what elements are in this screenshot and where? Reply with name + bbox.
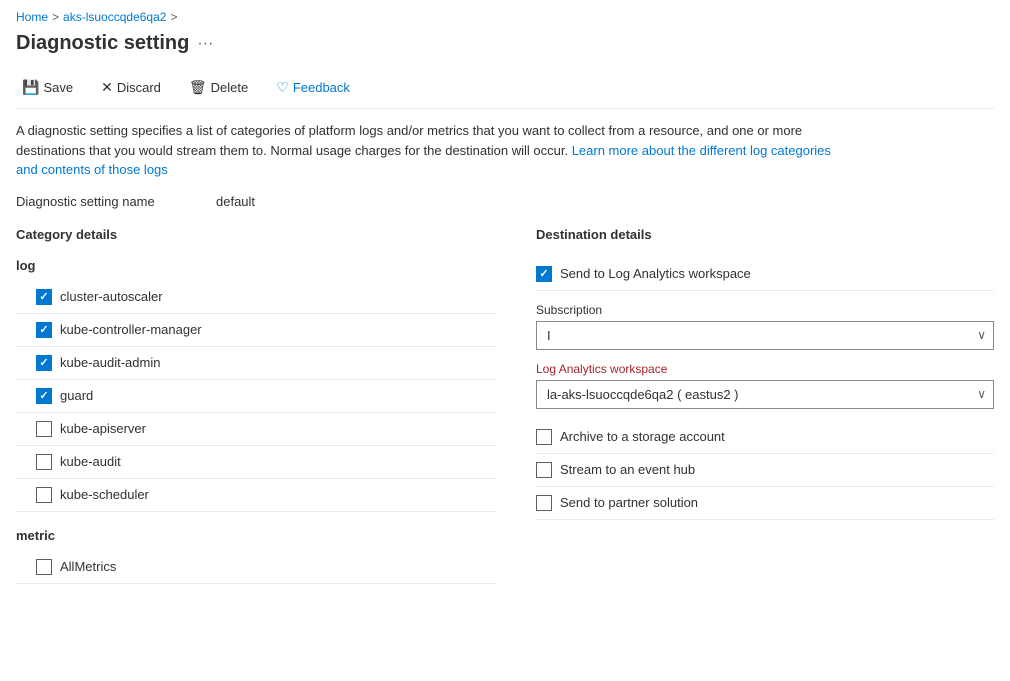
metric-items-list: AllMetrics bbox=[16, 551, 496, 584]
label-kube-controller-manager: kube-controller-manager bbox=[60, 322, 202, 337]
feedback-label: Feedback bbox=[293, 80, 350, 95]
log-group-label: log bbox=[16, 258, 496, 273]
feedback-button[interactable]: ♡ Feedback bbox=[270, 75, 356, 100]
breadcrumb: Home > aks-lsuoccqde6qa2 > bbox=[16, 10, 994, 24]
field-group-workspace: Log Analytics workspace la-aks-lsuoccqde6… bbox=[536, 362, 994, 409]
checkbox-kube-controller-manager[interactable] bbox=[36, 322, 52, 338]
breadcrumb-sep2: > bbox=[170, 10, 177, 24]
log-items-list: cluster-autoscaler kube-controller-manage… bbox=[16, 281, 496, 512]
dest-row-partner-solution: Send to partner solution bbox=[536, 487, 994, 520]
label-guard: guard bbox=[60, 388, 93, 403]
discard-button[interactable]: ✕ Discard bbox=[95, 75, 167, 100]
more-options-button[interactable]: ··· bbox=[197, 35, 213, 53]
field-label-workspace: Log Analytics workspace bbox=[536, 362, 994, 376]
checkbox-kube-audit[interactable] bbox=[36, 454, 52, 470]
setting-name-row: Diagnostic setting name default bbox=[16, 194, 994, 209]
log-item-cluster-autoscaler: cluster-autoscaler bbox=[16, 281, 496, 314]
delete-icon: 🗑 bbox=[189, 79, 207, 96]
checkbox-kube-audit-admin[interactable] bbox=[36, 355, 52, 371]
log-item-kube-controller-manager: kube-controller-manager bbox=[16, 314, 496, 347]
metric-group: metric AllMetrics bbox=[16, 528, 496, 584]
breadcrumb-resource[interactable]: aks-lsuoccqde6qa2 bbox=[63, 10, 166, 24]
select-subscription[interactable]: I bbox=[536, 321, 994, 350]
dest-row-storage-account: Archive to a storage account bbox=[536, 421, 994, 454]
label-kube-audit-admin: kube-audit-admin bbox=[60, 355, 160, 370]
dest-checkbox-storage-account[interactable] bbox=[536, 429, 552, 445]
select-workspace[interactable]: la-aks-lsuoccqde6qa2 ( eastus2 ) bbox=[536, 380, 994, 409]
checkbox-cluster-autoscaler[interactable] bbox=[36, 289, 52, 305]
dest-label-log-analytics: Send to Log Analytics workspace bbox=[560, 266, 751, 281]
dest-checkbox-partner-solution[interactable] bbox=[536, 495, 552, 511]
dest-label-partner-solution: Send to partner solution bbox=[560, 495, 698, 510]
log-group: log cluster-autoscaler kube-controller-ma… bbox=[16, 258, 496, 512]
destination-options-list: Send to Log Analytics workspace Subscript… bbox=[536, 258, 994, 520]
page-title: Diagnostic setting bbox=[16, 32, 189, 55]
save-button[interactable]: 💾 Save bbox=[16, 75, 79, 100]
dest-label-event-hub: Stream to an event hub bbox=[560, 462, 695, 477]
page-title-row: Diagnostic setting ··· bbox=[16, 32, 994, 55]
label-kube-audit: kube-audit bbox=[60, 454, 121, 469]
log-item-kube-audit-admin: kube-audit-admin bbox=[16, 347, 496, 380]
field-group-subscription: Subscription I∨ bbox=[536, 303, 994, 350]
dest-row-log-analytics: Send to Log Analytics workspace bbox=[536, 258, 994, 291]
breadcrumb-sep1: > bbox=[52, 10, 59, 24]
setting-name-label: Diagnostic setting name bbox=[16, 194, 196, 209]
select-wrapper-subscription: I∨ bbox=[536, 321, 994, 350]
discard-label: Discard bbox=[117, 80, 161, 95]
category-section: Category details log cluster-autoscaler k… bbox=[16, 227, 496, 600]
label-kube-apiserver: kube-apiserver bbox=[60, 421, 146, 436]
dest-checkbox-event-hub[interactable] bbox=[536, 462, 552, 478]
setting-name-value: default bbox=[216, 194, 255, 209]
save-label: Save bbox=[43, 80, 73, 95]
checkbox-kube-scheduler[interactable] bbox=[36, 487, 52, 503]
metric-group-label: metric bbox=[16, 528, 496, 543]
log-item-kube-scheduler: kube-scheduler bbox=[16, 479, 496, 512]
toolbar: 💾 Save ✕ Discard 🗑 Delete ♡ Feedback bbox=[16, 67, 994, 109]
dest-label-storage-account: Archive to a storage account bbox=[560, 429, 725, 444]
delete-label: Delete bbox=[211, 80, 249, 95]
save-icon: 💾 bbox=[22, 79, 39, 96]
metric-item-AllMetrics: AllMetrics bbox=[16, 551, 496, 584]
main-content: Category details log cluster-autoscaler k… bbox=[16, 227, 994, 600]
select-wrapper-workspace: la-aks-lsuoccqde6qa2 ( eastus2 )∨ bbox=[536, 380, 994, 409]
log-item-kube-audit: kube-audit bbox=[16, 446, 496, 479]
description-text: A diagnostic setting specifies a list of… bbox=[16, 121, 836, 180]
checkbox-guard[interactable] bbox=[36, 388, 52, 404]
log-item-guard: guard bbox=[16, 380, 496, 413]
checkbox-kube-apiserver[interactable] bbox=[36, 421, 52, 437]
category-section-title: Category details bbox=[16, 227, 496, 242]
delete-button[interactable]: 🗑 Delete bbox=[183, 75, 254, 100]
label-cluster-autoscaler: cluster-autoscaler bbox=[60, 289, 163, 304]
dest-checkbox-log-analytics[interactable] bbox=[536, 266, 552, 282]
breadcrumb-home[interactable]: Home bbox=[16, 10, 48, 24]
dest-row-event-hub: Stream to an event hub bbox=[536, 454, 994, 487]
page-container: Home > aks-lsuoccqde6qa2 > Diagnostic se… bbox=[0, 0, 1010, 610]
log-item-kube-apiserver: kube-apiserver bbox=[16, 413, 496, 446]
destination-section: Destination details Send to Log Analytic… bbox=[536, 227, 994, 600]
checkbox-AllMetrics[interactable] bbox=[36, 559, 52, 575]
label-AllMetrics: AllMetrics bbox=[60, 559, 116, 574]
field-label-subscription: Subscription bbox=[536, 303, 994, 317]
label-kube-scheduler: kube-scheduler bbox=[60, 487, 149, 502]
destination-section-title: Destination details bbox=[536, 227, 994, 242]
discard-icon: ✕ bbox=[101, 79, 113, 96]
feedback-icon: ♡ bbox=[276, 79, 289, 96]
